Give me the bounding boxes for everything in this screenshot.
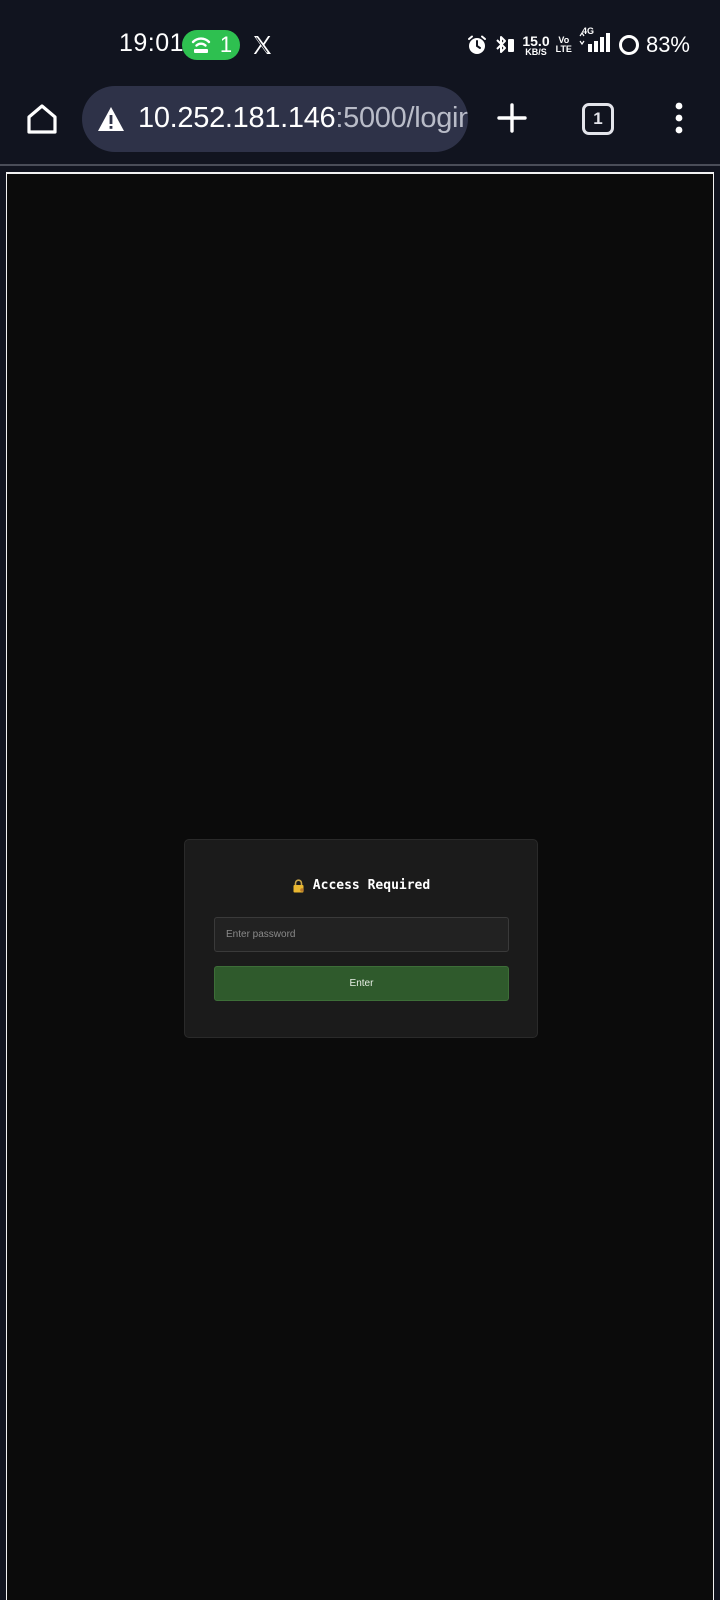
- browser-toolbar: 10.252.181.146:5000/login 1: [0, 84, 720, 166]
- network-type: 4G: [581, 25, 594, 36]
- volte-bottom: LTE: [555, 44, 572, 54]
- volte-indicator: Vo LTE: [556, 36, 572, 54]
- url-text[interactable]: 10.252.181.146:5000/login: [138, 102, 468, 135]
- tab-count: 1: [593, 109, 603, 128]
- status-icons: 15.0 KB/S Vo LTE 4G 83%: [466, 26, 690, 60]
- home-icon[interactable]: [24, 101, 60, 137]
- hotspot-indicator[interactable]: 1: [182, 30, 240, 60]
- url-host: 10.252.181.146: [138, 102, 336, 134]
- tab-switcher-button[interactable]: 1: [582, 103, 614, 135]
- password-input[interactable]: [214, 917, 509, 952]
- hotspot-count: 1: [219, 32, 233, 57]
- url-path: :5000/login: [335, 102, 468, 134]
- alarm-icon: [468, 35, 487, 54]
- bluetooth-icon: [496, 36, 515, 53]
- net-speed: 15.0 KB/S: [522, 34, 549, 57]
- signal-indicator: 4G: [578, 26, 612, 59]
- battery-percent: 83%: [645, 32, 690, 57]
- status-bar: 19:01 1 15.0 KB/S Vo LTE 4G 83%: [0, 0, 720, 84]
- more-vert-icon[interactable]: [672, 101, 686, 135]
- net-speed-unit: KB/S: [525, 46, 547, 57]
- page-viewport: Access Required Enter: [6, 172, 714, 1600]
- warning-icon[interactable]: [96, 105, 126, 133]
- net-speed-value: 15.0: [522, 32, 550, 49]
- plus-icon[interactable]: [497, 103, 527, 133]
- enter-button[interactable]: Enter: [214, 966, 509, 1001]
- address-bar[interactable]: 10.252.181.146:5000/login: [82, 86, 468, 152]
- login-title-text: Access Required: [312, 878, 431, 893]
- hotspot-icon: [191, 37, 211, 53]
- login-card: Access Required Enter: [184, 839, 538, 1038]
- lock-key-icon: [293, 878, 304, 892]
- x-logo-icon: [253, 36, 271, 54]
- status-time: 19:01: [119, 29, 185, 57]
- battery-ring-icon: [618, 35, 639, 55]
- login-title: Access Required: [185, 878, 537, 893]
